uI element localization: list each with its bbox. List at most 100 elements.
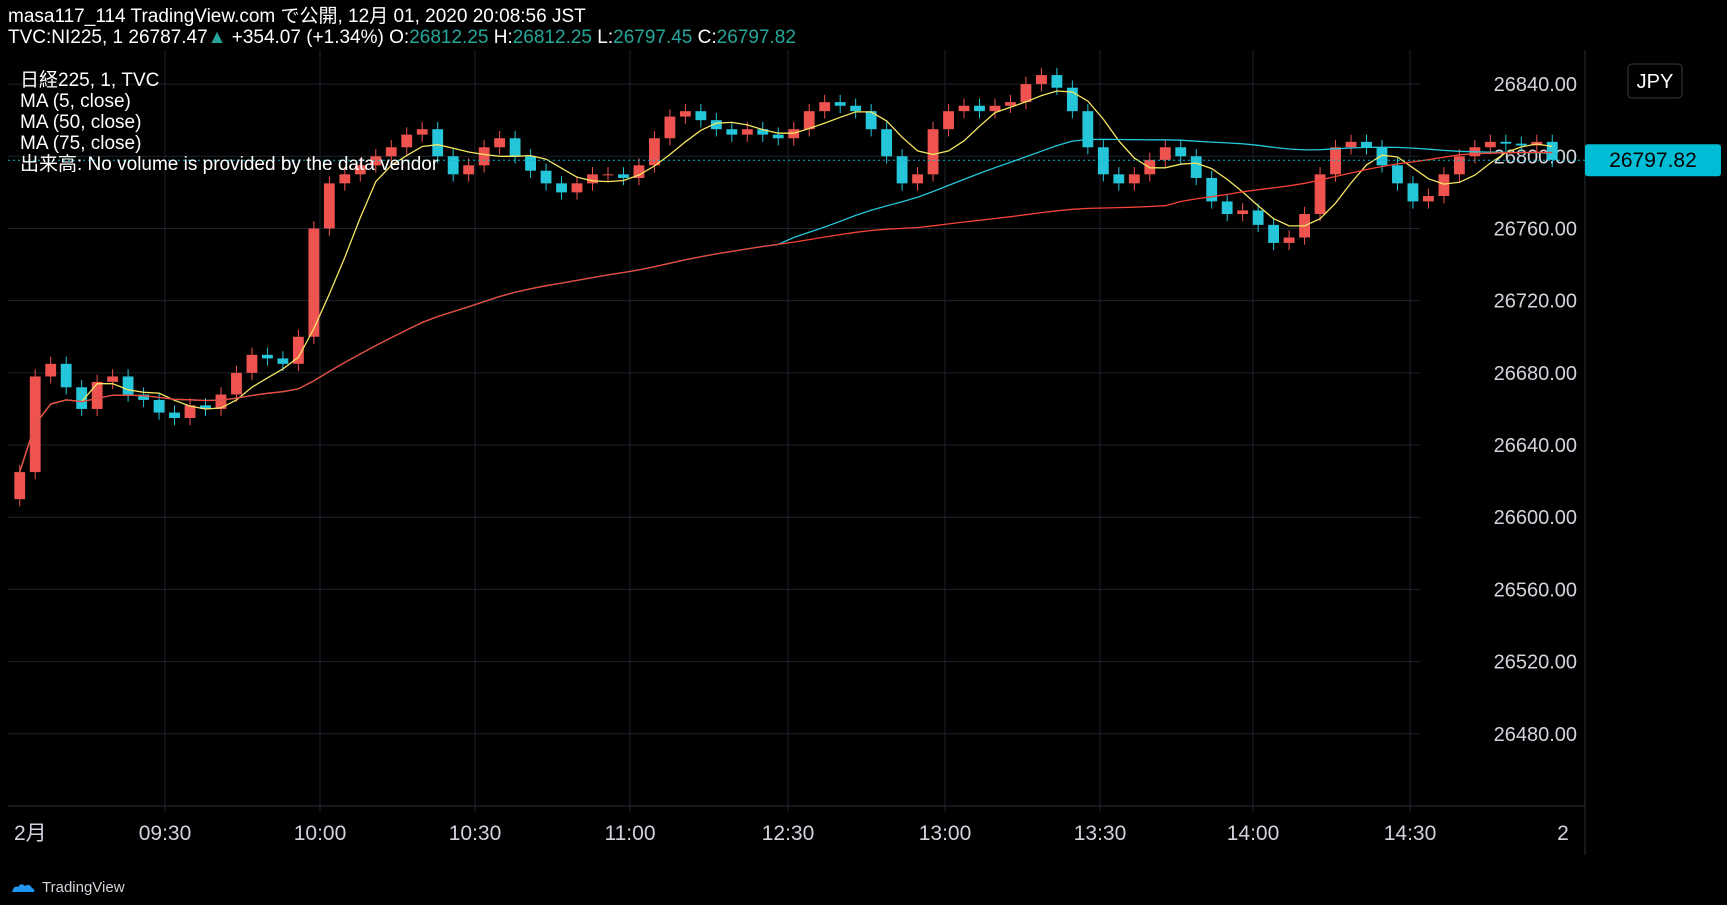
candle-body	[1392, 165, 1403, 184]
legend-item: MA (5, close)	[20, 91, 131, 112]
candle-body	[726, 129, 738, 135]
candle-body	[1361, 141, 1372, 148]
candle-body	[1423, 195, 1434, 202]
candle-body	[1020, 84, 1032, 103]
candle-body	[416, 129, 428, 135]
x-tick-label: 12:30	[762, 822, 815, 845]
candle-body	[1330, 147, 1341, 175]
candle-body	[1283, 237, 1295, 243]
candle-body	[494, 138, 506, 148]
candle-body	[1221, 201, 1233, 215]
x-tick-label: 14:30	[1384, 822, 1437, 845]
candle-body	[943, 111, 954, 130]
candle-body	[447, 156, 459, 175]
legend-item: 日経225, 1, TVC	[20, 69, 159, 91]
candle-body	[819, 102, 831, 112]
x-tick-label: 09:30	[139, 822, 192, 845]
candle-body	[958, 105, 970, 112]
x-tick-label: 14:00	[1227, 822, 1280, 845]
candle-body	[262, 354, 273, 359]
ma5-line	[19, 90, 1553, 473]
candle-body	[1268, 224, 1280, 243]
x-tick-label: 10:00	[294, 822, 347, 845]
candle-body	[1159, 147, 1171, 160]
candle-body	[1097, 147, 1109, 175]
candle-body	[1175, 147, 1187, 157]
candle-body	[587, 174, 598, 184]
candle-body	[60, 363, 72, 388]
candle-body	[1345, 141, 1357, 148]
candle-body	[881, 129, 893, 157]
candle-body	[509, 138, 521, 157]
candle-body	[556, 183, 567, 193]
candle-body	[339, 174, 351, 184]
candle-body	[1500, 141, 1512, 144]
candle-body	[1237, 210, 1249, 215]
candle-body	[463, 165, 475, 175]
y-tick-label: 26840.00	[1494, 74, 1577, 96]
candle-body	[277, 358, 289, 364]
candle-body	[741, 129, 753, 135]
candle-body	[1190, 156, 1202, 178]
candle-body	[1484, 141, 1496, 148]
candle-body	[989, 105, 1001, 112]
y-tick-label: 26520.00	[1494, 652, 1577, 674]
y-tick-label: 26560.00	[1494, 579, 1577, 601]
y-tick-label: 26480.00	[1494, 724, 1577, 746]
x-tick-label: 13:30	[1074, 822, 1127, 845]
legend-item: MA (75, close)	[20, 133, 141, 154]
candle-body	[231, 372, 242, 395]
tradingview-brand: TradingView	[42, 878, 125, 896]
y-tick-label: 26600.00	[1494, 507, 1577, 529]
candle-body	[1438, 174, 1450, 196]
candle-body	[478, 147, 490, 166]
candle-body	[401, 134, 413, 148]
x-tick-label: 11:00	[605, 822, 656, 845]
candle-body	[323, 183, 335, 229]
candle-body	[45, 363, 57, 377]
candle-body	[153, 399, 165, 413]
candle-body	[1082, 111, 1094, 148]
candle-body	[664, 116, 676, 139]
candle-body	[1051, 75, 1063, 88]
candle-body	[772, 134, 784, 139]
x-tick-label: 10:30	[449, 822, 502, 845]
candle-body	[122, 376, 134, 395]
candle-body	[215, 394, 227, 409]
candle-body	[525, 156, 536, 171]
candle-body	[850, 105, 862, 112]
candle-body	[679, 111, 691, 117]
candle-body	[1036, 75, 1047, 85]
candle-body	[927, 129, 939, 175]
candle-body	[169, 412, 180, 418]
x-tick-label: 13:00	[919, 822, 972, 845]
candle-body	[107, 376, 119, 382]
candle-body	[1453, 156, 1465, 175]
y-tick-label: 26760.00	[1494, 218, 1577, 240]
candle-body	[1515, 143, 1527, 146]
candle-body	[974, 105, 985, 112]
candle-body	[695, 111, 707, 121]
candle-body	[571, 183, 583, 193]
candle-body	[246, 354, 258, 373]
candle-body	[432, 129, 444, 157]
price-chart[interactable]: 26840.0026800.0026760.0026720.0026680.00…	[0, 0, 1727, 905]
candle-body	[912, 174, 923, 184]
candle-body	[649, 138, 660, 166]
legend-item: 出来高: No volume is provided by the data v…	[20, 153, 439, 175]
y-tick-label: 26720.00	[1494, 291, 1577, 313]
currency-button-label: JPY	[1637, 71, 1674, 93]
candle-body	[602, 174, 614, 176]
legend-item: MA (50, close)	[20, 112, 141, 133]
candle-body	[1128, 174, 1140, 184]
y-tick-label: 26680.00	[1494, 363, 1577, 385]
x-tick-label: 2	[1557, 822, 1569, 845]
candle-body	[91, 381, 103, 409]
candle-body	[1113, 174, 1125, 184]
candle-body	[834, 102, 846, 106]
candle-body	[1546, 141, 1558, 160]
last-price-tag-label: 26797.82	[1609, 149, 1697, 172]
y-tick-label: 26640.00	[1494, 435, 1577, 457]
candle-body	[14, 472, 26, 500]
candle-body	[540, 170, 552, 184]
